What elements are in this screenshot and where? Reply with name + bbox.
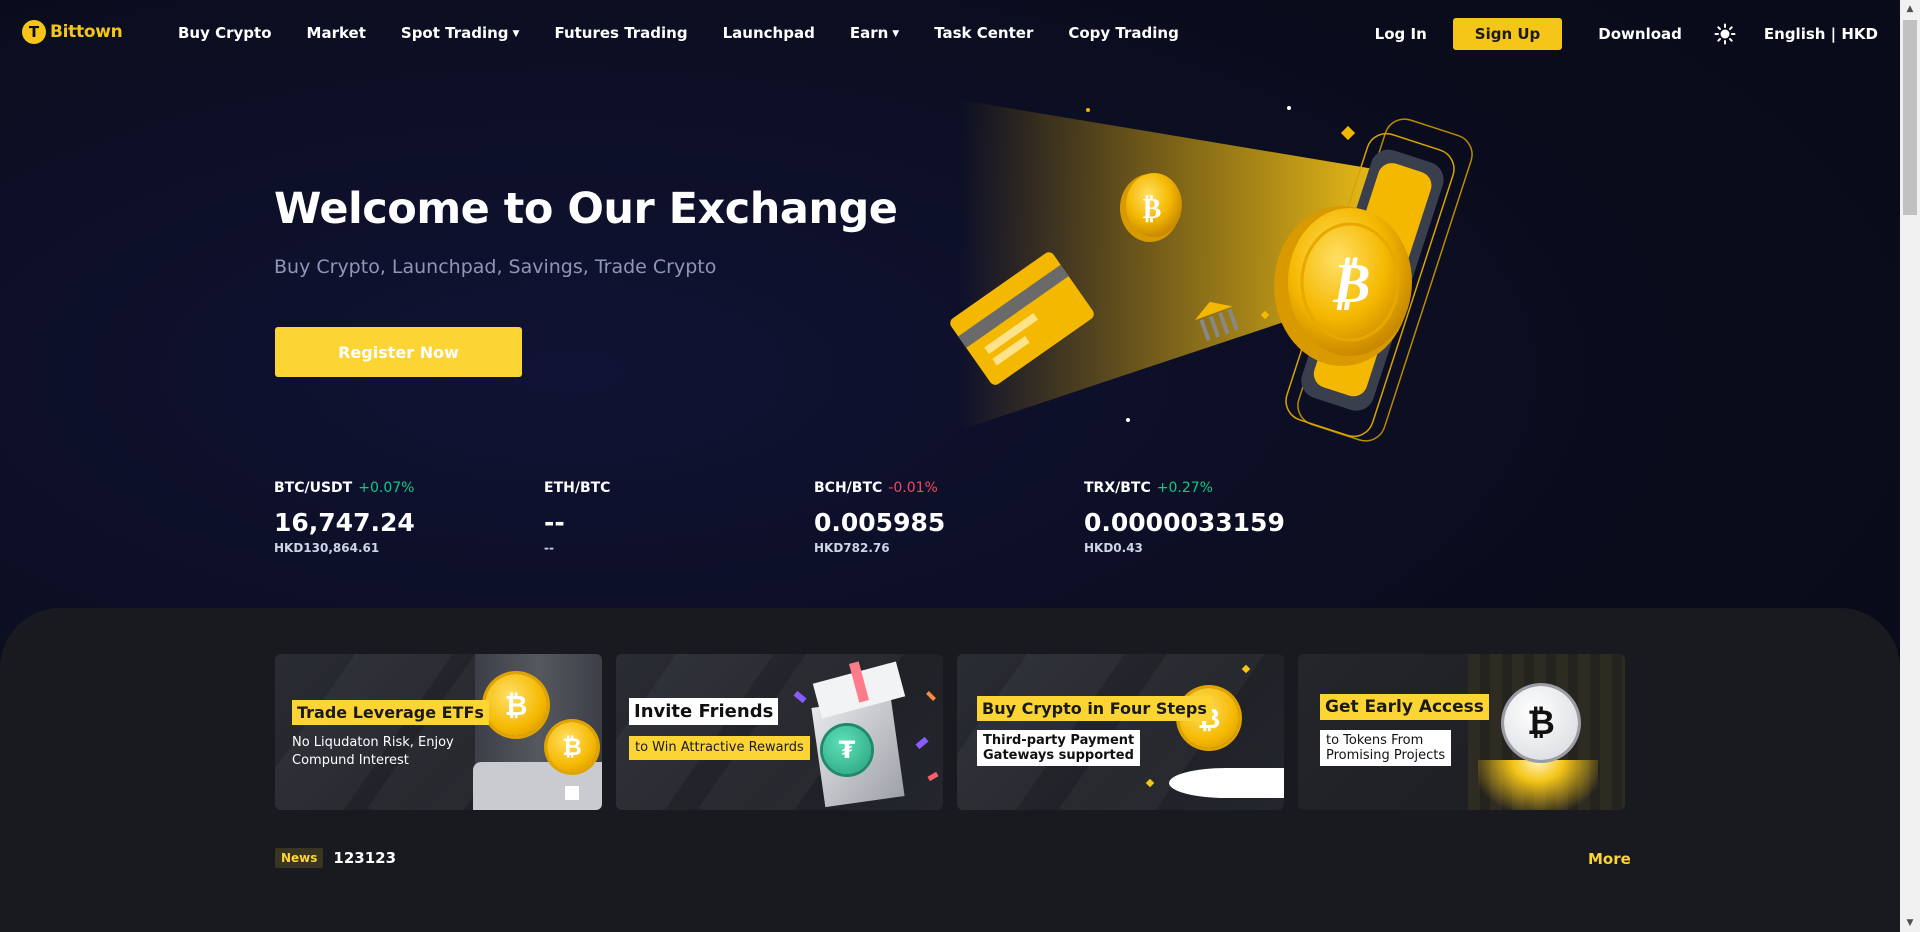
account-nav: Log In Sign Up Download English | HKD <box>1375 18 1878 50</box>
banner-early-access[interactable]: ₿ Get Early Access to Tokens From Promisi… <box>1298 654 1625 810</box>
bitcoin-coin-icon: ₿ <box>485 674 547 736</box>
logo[interactable]: T Bittown <box>22 20 123 44</box>
ticker-price: 0.005985 <box>814 508 946 537</box>
nav-launchpad[interactable]: Launchpad <box>723 24 815 42</box>
hero-subtitle: Buy Crypto, Launchpad, Savings, Trade Cr… <box>274 256 717 278</box>
ticker-change: +0.07% <box>358 480 415 496</box>
nav-futures-trading[interactable]: Futures Trading <box>554 24 687 42</box>
ticker-price: 0.0000033159 <box>1084 508 1285 537</box>
svg-text:₿: ₿ <box>1143 192 1162 225</box>
nav-buy-crypto[interactable]: Buy Crypto <box>178 24 272 42</box>
ticker-fiat-price: HKD130,864.61 <box>274 541 380 555</box>
nav-copy-trading[interactable]: Copy Trading <box>1068 24 1178 42</box>
banner-invite-friends[interactable]: ₮ Invite Friends to Win Attractive Rewar… <box>616 654 943 810</box>
main-nav: Buy Crypto Market Spot Trading ▼ Futures … <box>178 24 1214 42</box>
register-now-button[interactable]: Register Now <box>275 327 522 377</box>
banner-title: Trade Leverage ETFs <box>292 700 489 725</box>
bitcoin-coin-icon: ₿ <box>1504 686 1578 760</box>
banner-subtitle: to Tokens From Promising Projects <box>1320 730 1452 766</box>
banner-title: Buy Crypto in Four Steps <box>977 696 1212 721</box>
ticker-trx-btc[interactable]: TRX/BTC +0.27% 0.0000033159 HKD0.43 <box>1084 480 1354 555</box>
banner-buy-crypto-four-steps[interactable]: ₿ Buy Crypto in Four Steps Third-party P… <box>957 654 1284 810</box>
ticker-price: 16,747.24 <box>274 508 415 537</box>
news-ticker: News 123123 <box>275 848 396 868</box>
tether-coin-icon: ₮ <box>823 726 871 774</box>
top-nav-bar: T Bittown Buy Crypto Market Spot Trading… <box>0 0 1900 68</box>
promo-banners: ₿ ₿ Trade Leverage ETFs No Liqudaton Ris… <box>275 654 1625 810</box>
ticker-pair: BTC/USDT <box>274 480 353 496</box>
page-scrollbar[interactable]: ▲ ▼ <box>1900 0 1920 932</box>
banner-title: Get Early Access <box>1320 694 1489 720</box>
banner-title: Invite Friends <box>629 698 779 725</box>
market-tickers: BTC/USDT +0.07% 16,747.24 HKD130,864.61 E… <box>274 480 1354 555</box>
language-currency-selector[interactable]: English | HKD <box>1764 25 1878 43</box>
ticker-change: -0.01% <box>888 480 938 496</box>
caret-down-icon: ▼ <box>892 29 900 39</box>
ticker-pair: BCH/BTC <box>814 480 883 496</box>
login-link[interactable]: Log In <box>1375 25 1427 43</box>
more-news-link[interactable]: More <box>1588 850 1631 868</box>
banner-subtitle: to Win Attractive Rewards <box>629 736 810 760</box>
banner-leverage-etfs[interactable]: ₿ ₿ Trade Leverage ETFs No Liqudaton Ris… <box>275 654 602 810</box>
ticker-fiat-price: HKD782.76 <box>814 541 890 555</box>
hand-icon <box>1169 768 1284 798</box>
scroll-down-arrow-icon[interactable]: ▼ <box>1900 914 1920 932</box>
ticker-pair: TRX/BTC <box>1084 480 1151 496</box>
hero-illustration: ₿ ₿ <box>950 100 1473 442</box>
news-badge: News <box>275 848 324 868</box>
ticker-change: +0.27% <box>1156 480 1213 496</box>
banner-subtitle: Third-party Payment Gateways supported <box>977 730 1141 766</box>
nav-spot-trading[interactable]: Spot Trading ▼ <box>401 24 520 42</box>
caret-down-icon: ▼ <box>512 29 520 39</box>
nav-market[interactable]: Market <box>307 24 366 42</box>
banner-subtitle: No Liqudaton Risk, Enjoy Compund Interest <box>292 735 454 768</box>
download-link[interactable]: Download <box>1598 25 1682 43</box>
hero-title: Welcome to Our Exchange <box>274 184 898 234</box>
nav-earn[interactable]: Earn ▼ <box>850 24 899 42</box>
ticker-fiat-price: HKD0.43 <box>1084 541 1143 555</box>
ticker-bch-btc[interactable]: BCH/BTC -0.01% 0.005985 HKD782.76 <box>814 480 1084 555</box>
ticker-fiat-price: -- <box>544 541 554 555</box>
sun-icon[interactable] <box>1714 23 1736 45</box>
ticker-btc-usdt[interactable]: BTC/USDT +0.07% 16,747.24 HKD130,864.61 <box>274 480 544 555</box>
scroll-up-arrow-icon[interactable]: ▲ <box>1900 0 1920 18</box>
ticker-pair: ETH/BTC <box>544 480 611 496</box>
ticker-eth-btc[interactable]: ETH/BTC -- -- <box>544 480 814 555</box>
svg-text:₿: ₿ <box>1329 251 1370 316</box>
logo-icon: T <box>22 20 46 44</box>
page: T Bittown Buy Crypto Market Spot Trading… <box>0 0 1900 932</box>
scrollbar-thumb[interactable] <box>1903 20 1917 215</box>
signup-button[interactable]: Sign Up <box>1452 18 1563 50</box>
nav-task-center[interactable]: Task Center <box>934 24 1033 42</box>
news-headline[interactable]: 123123 <box>333 849 396 867</box>
ticker-price: -- <box>544 508 565 537</box>
logo-text: Bittown <box>50 22 123 42</box>
bitcoin-coin-icon: ₿ <box>547 722 597 772</box>
